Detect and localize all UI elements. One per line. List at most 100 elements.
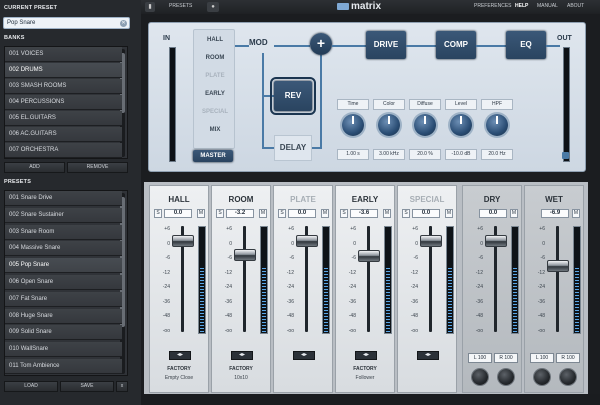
clear-icon[interactable]: ✕ — [120, 20, 127, 27]
comp-block[interactable]: COMP — [436, 31, 476, 59]
preset-name: Fat Snare — [20, 295, 48, 302]
mute-button[interactable]: M — [572, 209, 580, 218]
preset-item[interactable]: 004 Massive Snare — [5, 241, 122, 257]
bank-item[interactable]: 006 AC.GUITARS — [5, 127, 122, 142]
remove-bank-button[interactable]: REMOVE — [67, 162, 128, 173]
solo-button[interactable]: S — [154, 209, 162, 218]
in-label: IN — [163, 35, 170, 42]
scale-tick: -6 — [540, 255, 545, 261]
solo-button[interactable]: S — [402, 209, 410, 218]
scale-tick: -48 — [410, 313, 418, 319]
param-value[interactable]: -10.0 dB — [445, 149, 477, 160]
preset-item[interactable]: 010 WallSnare — [5, 342, 122, 358]
slot-special[interactable]: SPECIAL — [194, 104, 236, 120]
param-value[interactable]: 20.0 Hz — [481, 149, 513, 160]
rev-block[interactable]: REV — [270, 77, 316, 115]
solo-button[interactable]: S — [278, 209, 286, 218]
fader-handle[interactable] — [485, 234, 507, 247]
mute-button[interactable]: M — [197, 209, 205, 218]
link-button[interactable]: ◂▸ — [293, 351, 315, 360]
add-bank-button[interactable]: ADD — [4, 162, 65, 173]
fader-handle[interactable] — [296, 234, 318, 247]
fader-handle[interactable] — [547, 260, 569, 273]
param-value[interactable]: 20.0 % — [409, 149, 441, 160]
drive-block[interactable]: DRIVE — [366, 31, 406, 59]
link-button[interactable]: ◂▸ — [169, 351, 191, 360]
pan-left-knob[interactable] — [534, 369, 550, 385]
slot-early[interactable]: EARLY — [194, 86, 236, 102]
record-icon[interactable]: ● — [207, 2, 219, 12]
delay-block[interactable]: DELAY — [274, 135, 312, 161]
save-preset-button[interactable]: SAVE — [60, 381, 114, 392]
param-knob[interactable] — [342, 114, 364, 136]
level-value[interactable]: -3.2 — [226, 209, 254, 218]
current-preset-field[interactable]: Pop Snare ✕ — [3, 17, 130, 29]
mute-button[interactable]: M — [321, 209, 329, 218]
close-button[interactable]: x — [116, 381, 128, 392]
mute-button[interactable]: M — [383, 209, 391, 218]
about-menu[interactable]: ABOUT — [567, 3, 584, 9]
pan-left-value[interactable]: L 100 — [530, 353, 554, 363]
mod-label[interactable]: MOD — [249, 38, 268, 47]
preset-item[interactable]: 009 Solid Snare — [5, 325, 122, 341]
pan-right-knob[interactable] — [498, 369, 514, 385]
slot-room[interactable]: ROOM — [194, 50, 236, 66]
preset-item[interactable]: 002 Snare Sustainer — [5, 207, 122, 223]
output-link-icon[interactable] — [562, 152, 569, 159]
preferences-menu[interactable]: PREFERENCES — [474, 3, 512, 9]
preset-item[interactable]: 003 Snare Room — [5, 224, 122, 240]
bank-item[interactable]: 001 VOICES — [5, 47, 122, 62]
param-knob[interactable] — [378, 114, 400, 136]
pan-right-knob[interactable] — [560, 369, 576, 385]
level-value[interactable]: 0.0 — [288, 209, 316, 218]
param-knob[interactable] — [486, 114, 508, 136]
bank-item[interactable]: 002 DRUMS — [5, 63, 122, 78]
solo-button[interactable]: S — [216, 209, 224, 218]
sum-node[interactable]: + — [310, 33, 332, 55]
preset-item[interactable]: 006 Open Snare — [5, 275, 122, 290]
pan-left-knob[interactable] — [472, 369, 488, 385]
mute-button[interactable]: M — [510, 209, 518, 218]
preset-item[interactable]: 008 Huge Snare — [5, 308, 122, 324]
fader-handle[interactable] — [172, 234, 194, 247]
fader-handle[interactable] — [234, 248, 256, 261]
link-button[interactable]: ◂▸ — [355, 351, 377, 360]
level-value[interactable]: 0.0 — [412, 209, 440, 218]
power-icon[interactable]: ▮ — [145, 2, 155, 12]
solo-button[interactable]: S — [340, 209, 348, 218]
preset-item[interactable]: 001 Snare Drive — [5, 191, 122, 206]
pan-left-value[interactable]: L 100 — [468, 353, 492, 363]
fader-handle[interactable] — [420, 234, 442, 247]
bank-item[interactable]: 007 ORCHESTRA — [5, 143, 122, 158]
param-value[interactable]: 3.00 kHz — [373, 149, 405, 160]
bank-item[interactable]: 003 SMASH ROOMS — [5, 79, 122, 94]
help-menu[interactable]: HELP — [515, 3, 528, 9]
bank-item[interactable]: 005 EL.GUITARS — [5, 111, 122, 126]
slot-plate[interactable]: PLATE — [194, 68, 236, 84]
load-preset-button[interactable]: LOAD — [4, 381, 58, 392]
slot-mix[interactable]: MIX — [194, 122, 236, 138]
level-value[interactable]: 0.0 — [164, 209, 192, 218]
param-knob[interactable] — [450, 114, 472, 136]
manual-menu[interactable]: MANUAL — [537, 3, 558, 9]
level-value[interactable]: -3.6 — [350, 209, 378, 218]
preset-item[interactable]: 011 Tom Ambience — [5, 359, 122, 374]
preset-item[interactable]: 007 Fat Snare — [5, 291, 122, 307]
pan-right-value[interactable]: R 100 — [556, 353, 580, 363]
mute-button[interactable]: M — [445, 209, 453, 218]
pan-right-value[interactable]: R 100 — [494, 353, 518, 363]
preset-item[interactable]: 005 Pop Snare — [5, 258, 122, 274]
bank-item[interactable]: 004 PERCUSSIONS — [5, 95, 122, 110]
link-button[interactable]: ◂▸ — [231, 351, 253, 360]
mute-button[interactable]: M — [259, 209, 267, 218]
presets-menu[interactable]: PRESETS — [169, 3, 192, 9]
param-knob[interactable] — [414, 114, 436, 136]
level-value[interactable]: -6.9 — [541, 209, 569, 218]
level-value[interactable]: 0.0 — [479, 209, 507, 218]
slot-hall[interactable]: HALL — [194, 32, 236, 48]
fader-handle[interactable] — [358, 249, 380, 262]
param-value[interactable]: 1.00 s — [337, 149, 369, 160]
eq-block[interactable]: EQ — [506, 31, 546, 59]
link-button[interactable]: ◂▸ — [417, 351, 439, 360]
master-button[interactable]: MASTER — [193, 150, 233, 162]
